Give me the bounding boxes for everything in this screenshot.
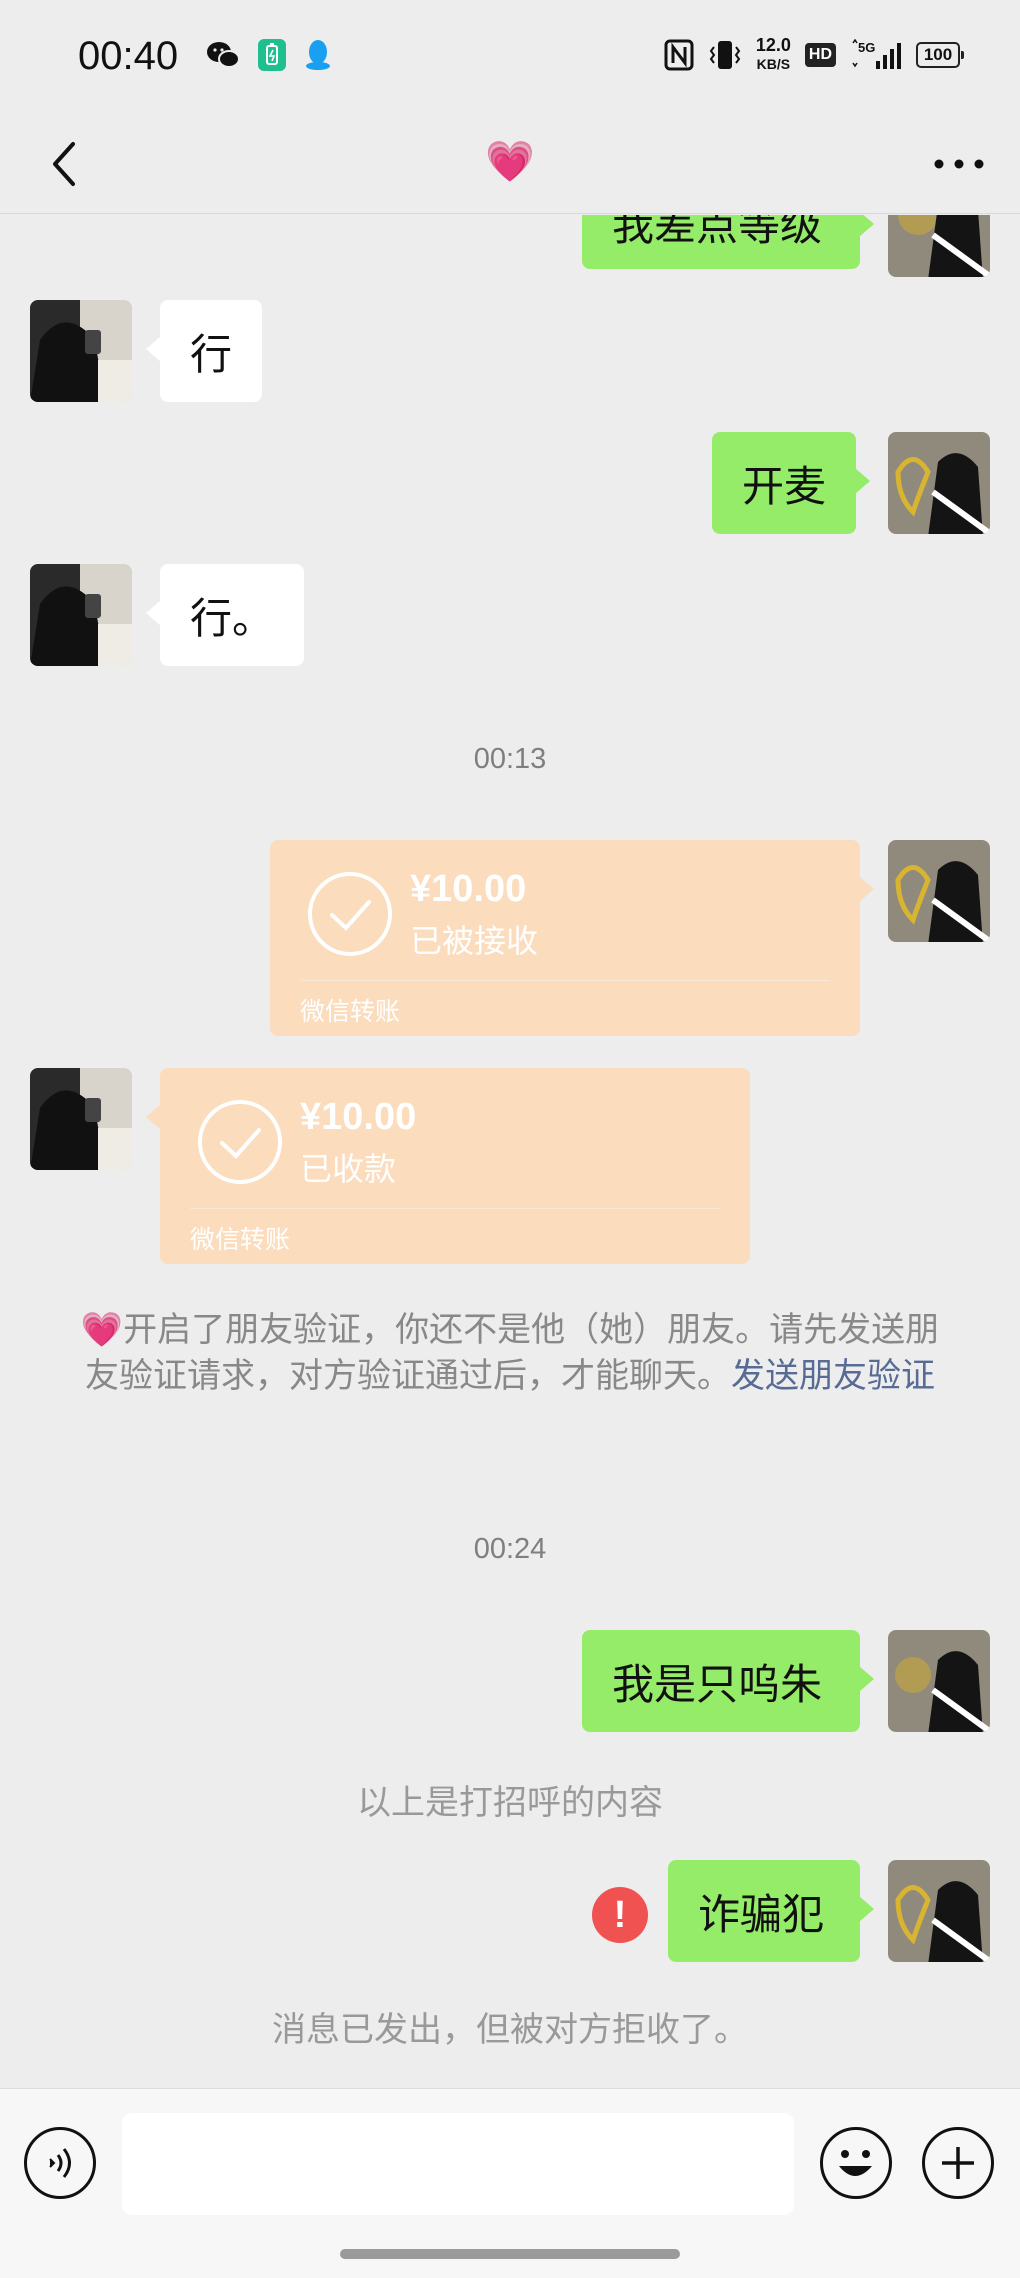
message-bubble-sent[interactable]: 诈骗犯 [668,1860,874,1962]
message-bubble-received[interactable]: 行 [145,300,263,402]
message-text: 开麦 [742,461,827,511]
vibrate-icon [708,39,742,71]
message-bubble-received[interactable]: 行。 [145,564,305,666]
status-bar: 00:40 12.0 KB/S HD 5G 100 [0,0,1020,118]
rejected-notice: 消息已发出，但被对方拒收了。 [272,2010,748,2050]
network-speed: 12.0 KB/S [756,36,791,73]
greeting-notice: 以上是打招呼的内容 [357,1783,663,1823]
transfer-footer: 微信转账 [300,997,401,1026]
transfer-card-sent[interactable]: ¥10.00 已被接收 微信转账 [270,840,874,1036]
message-list[interactable]: 我差点等级 行 开麦 行。 00:13 ¥10.00 已被接收 微信转账 ¥10… [0,215,1020,2087]
my-avatar[interactable] [888,840,990,942]
my-avatar[interactable] [888,1860,990,1962]
emoji-icon [839,2150,872,2176]
status-time: 00:40 [78,34,179,78]
transfer-footer: 微信转账 [190,1225,291,1254]
message-text: 行 [190,329,233,379]
timestamp: 00:24 [473,1533,547,1565]
battery-saver-icon [257,38,287,72]
check-circle-icon [198,1100,282,1184]
transfer-amount: ¥10.00 [410,868,527,910]
message-text: 诈骗犯 [698,1889,825,1939]
my-avatar[interactable] [888,1630,990,1732]
input-bar [0,2088,1020,2278]
more-dots-icon [934,159,984,169]
nfc-icon [664,39,694,71]
battery-icon: 100 [916,41,964,68]
divider [190,1208,720,1209]
divider [300,980,830,981]
transfer-amount: ¥10.00 [300,1096,417,1138]
voice-button[interactable] [24,2127,96,2199]
message-text: 我是只呜朱 [612,1659,823,1709]
plus-button[interactable] [922,2127,994,2199]
home-indicator[interactable] [340,2249,680,2259]
check-circle-icon [308,872,392,956]
transfer-status: 已被接收 [410,922,539,960]
message-bubble-sent[interactable]: 开麦 [712,432,871,534]
contact-avatar[interactable] [30,300,132,402]
message-bubble-sent[interactable]: 我差点等级 [582,215,874,269]
system-icons: 12.0 KB/S HD 5G 100 [664,36,964,73]
message-bubble-sent[interactable]: 我是只呜朱 [582,1630,874,1732]
friend-verification-notice: 💗开启了朋友验证，你还不是他（她）朋友。请先发送朋友验证请求，对方验证通过后，才… [0,1307,1020,1399]
svg-text:5G: 5G [858,40,875,55]
contact-avatar[interactable] [30,1068,132,1170]
wechat-icon [205,40,241,70]
chat-title: 💗 [485,139,535,185]
message-text: 我差点等级 [612,215,823,250]
my-avatar[interactable] [888,432,990,534]
plus-icon [942,2147,974,2179]
notification-icons [205,38,333,72]
send-verification-link[interactable]: 发送朋友验证 [731,1356,935,1396]
emoji-button[interactable] [820,2127,892,2199]
signal-5g-icon: 5G [850,38,902,71]
message-text: 行。 [190,593,275,643]
voice-input-icon [49,2148,71,2178]
more-button[interactable] [924,134,994,194]
qq-icon [303,38,333,72]
net-speed-unit: KB/S [756,56,791,72]
net-speed-value: 12.0 [755,35,791,55]
send-failed-icon[interactable]: ! [592,1887,648,1943]
hd-icon: HD [804,42,836,67]
message-input[interactable] [122,2113,794,2215]
my-avatar[interactable] [888,215,990,277]
transfer-status: 已收款 [300,1150,397,1188]
contact-avatar[interactable] [30,564,132,666]
timestamp: 00:13 [473,743,547,775]
chat-header: 💗 [0,118,1020,214]
transfer-card-received[interactable]: ¥10.00 已收款 微信转账 [146,1068,750,1264]
